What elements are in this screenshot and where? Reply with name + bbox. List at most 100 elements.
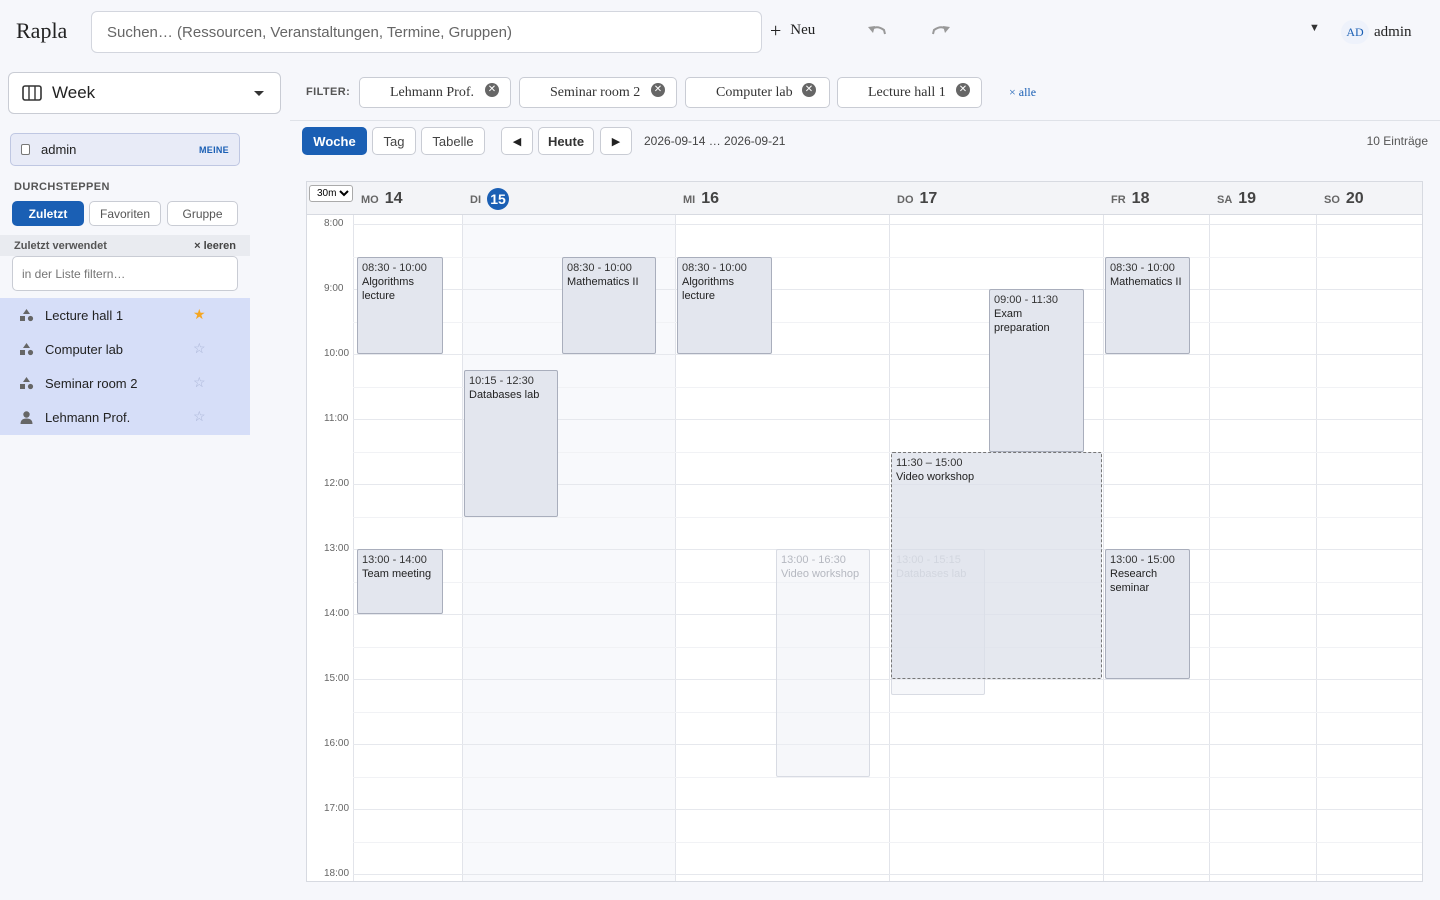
event-time: 08:30 - 10:00 — [1110, 261, 1175, 274]
resource-label: Computer lab — [45, 341, 124, 357]
room-icon — [20, 342, 34, 355]
half-hour-line — [353, 711, 1422, 713]
day-header-mi[interactable]: MI 16 — [675, 182, 889, 215]
previous-week-button[interactable]: ◀ — [501, 127, 533, 155]
event-title: Team meeting — [362, 568, 432, 580]
favorite-star-icon[interactable]: ☆ — [193, 340, 206, 357]
hour-line — [353, 224, 1422, 225]
day-header-mo[interactable]: MO 14 — [353, 182, 462, 215]
day-header-sa[interactable]: SA 19 — [1209, 182, 1316, 215]
event-title: Exam preparation — [994, 308, 1050, 334]
hour-line — [353, 614, 1422, 615]
event-block-ghost[interactable]: 13:00 - 16:30 Video workshop — [776, 549, 870, 777]
clear-all-filters-link[interactable]: × alle — [1009, 85, 1036, 100]
event-title: Mathematics II — [567, 275, 639, 288]
filter-chip-label: Seminar room 2 — [550, 84, 641, 100]
next-week-button[interactable]: ▶ — [600, 127, 632, 155]
view-table-button[interactable]: Tabelle — [421, 127, 485, 155]
clear-recent-button[interactable]: × leeren — [194, 240, 236, 252]
event-block[interactable]: 13:00 - 14:00 Team meeting — [357, 549, 443, 614]
event-time: 09:00 - 11:30 — [994, 294, 1059, 306]
event-block[interactable]: 08:30 - 10:00 Algorithms lecture — [677, 256, 772, 354]
day-header-di[interactable]: DI 15 — [462, 182, 675, 215]
today-date-badge: 15 — [487, 187, 509, 210]
hour-line — [353, 354, 1422, 355]
event-block[interactable]: 08:30 - 10:00 Algorithms lecture — [357, 256, 443, 354]
hour-line — [353, 744, 1422, 745]
hour-line — [353, 289, 1422, 290]
day-header-do[interactable]: DO 17 — [889, 182, 1103, 215]
day-name: MO — [361, 193, 379, 206]
room-icon — [20, 376, 34, 389]
undo-icon[interactable] — [866, 22, 888, 42]
favorite-star-icon[interactable]: ☆ — [193, 408, 206, 425]
view-day-button[interactable]: Tag — [372, 127, 416, 155]
event-block[interactable]: 08:30 - 10:00 Mathematics II — [1105, 256, 1190, 354]
filter-chip-seminar-room-2: Seminar room 2 ✕ — [519, 77, 677, 108]
hour-label: 8:00 — [324, 218, 344, 229]
user-menu[interactable]: AD admin — [1341, 20, 1412, 44]
half-hour-line — [353, 321, 1422, 323]
event-block[interactable]: 09:00 - 11:30 Exam preparation — [989, 289, 1084, 452]
user-menu-caret-icon[interactable]: ▼ — [1309, 22, 1320, 34]
view-select[interactable]: Week — [8, 72, 281, 114]
half-hour-line — [353, 516, 1422, 518]
room-icon — [20, 308, 34, 321]
segment-group[interactable]: Gruppe — [167, 201, 238, 226]
resource-item-lecture-hall-1[interactable]: Lecture hall 1 ★ — [0, 298, 250, 332]
hour-label: 14:00 — [324, 608, 350, 619]
event-time: 13:00 - 16:30 — [781, 554, 846, 566]
day-date: 17 — [919, 189, 938, 207]
view-week-button[interactable]: Woche — [302, 127, 367, 155]
hour-label: 9:00 — [324, 283, 344, 294]
hour-label: 11:00 — [324, 413, 349, 424]
day-name: MI — [683, 193, 696, 206]
filter-chip-label: Lehmann Prof. — [390, 84, 474, 100]
avatar: AD — [1341, 20, 1369, 44]
meine-badge: MEINE — [198, 145, 229, 155]
event-time: 08:30 - 10:00 — [362, 261, 427, 274]
resource-label: Lecture hall 1 — [45, 307, 124, 323]
resource-label: Seminar room 2 — [45, 375, 138, 391]
week-calendar: 8:00 9:00 10:00 11:00 12:00 13:00 14:00 15:00 16… — [306, 181, 1423, 882]
day-header-fr[interactable]: FR 18 — [1103, 182, 1209, 215]
hour-label: 10:00 — [324, 348, 350, 359]
global-search-input[interactable] — [91, 11, 762, 53]
day-header-so[interactable]: SO 20 — [1316, 182, 1422, 215]
favorite-star-icon[interactable]: ★ — [193, 306, 206, 323]
resource-item-lehmann-prof[interactable]: Lehmann Prof. ☆ — [0, 400, 250, 434]
remove-filter-icon[interactable]: ✕ — [651, 83, 665, 97]
new-button[interactable]: + Neu — [770, 21, 815, 41]
remove-filter-icon[interactable]: ✕ — [485, 83, 499, 97]
event-title: Research seminar — [1110, 568, 1158, 594]
checkbox[interactable] — [21, 144, 30, 155]
app-logo[interactable]: Rapla — [16, 18, 67, 44]
time-slot-select[interactable]: 15m30m60m — [309, 185, 353, 202]
favorite-star-icon[interactable]: ☆ — [193, 374, 206, 391]
segment-recent[interactable]: Zuletzt — [12, 201, 84, 226]
event-block[interactable]: 10:15 - 12:30 Databases lab — [464, 370, 558, 517]
my-appointments-filter[interactable]: admin MEINE — [10, 133, 240, 166]
recent-header: Zuletzt verwendet × leeren — [0, 235, 250, 256]
filter-chip-computer-lab: Computer lab ✕ — [685, 77, 830, 108]
today-button[interactable]: Heute — [538, 127, 594, 155]
event-block[interactable]: 13:00 - 15:00 Research seminar — [1105, 549, 1190, 679]
list-filter-input[interactable] — [12, 256, 238, 291]
event-block[interactable]: 08:30 - 10:00 Mathematics II — [562, 256, 656, 354]
hour-line — [353, 549, 1422, 550]
day-date: 14 — [384, 189, 403, 207]
event-time: 08:30 - 10:00 — [682, 261, 747, 274]
resource-item-seminar-room-2[interactable]: Seminar room 2 ☆ — [0, 366, 250, 400]
remove-filter-icon[interactable]: ✕ — [802, 83, 816, 97]
resource-item-computer-lab[interactable]: Computer lab ☆ — [0, 332, 250, 366]
redo-icon[interactable] — [930, 22, 952, 42]
half-hour-line — [353, 776, 1422, 778]
resource-label: Lehmann Prof. — [45, 409, 131, 425]
day-name: FR — [1111, 193, 1126, 206]
event-block-dragging[interactable]: 11:30 – 15:00 Video workshop — [891, 451, 1102, 679]
hour-label: 13:00 — [324, 543, 350, 554]
filter-label: FILTER: — [306, 86, 351, 98]
segment-favorites[interactable]: Favoriten — [89, 201, 161, 226]
remove-filter-icon[interactable]: ✕ — [956, 83, 970, 97]
day-date: 20 — [1345, 189, 1364, 207]
